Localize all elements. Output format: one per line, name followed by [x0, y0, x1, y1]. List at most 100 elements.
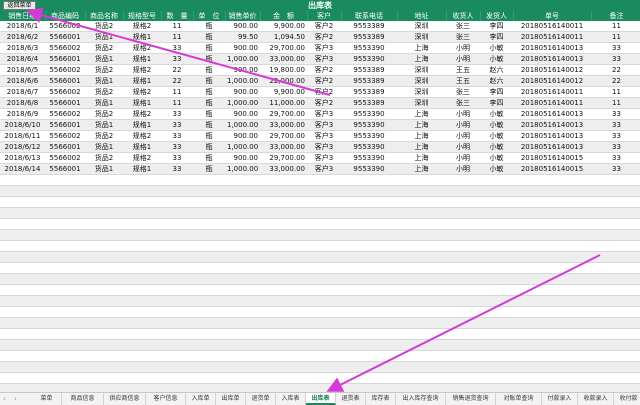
column-header[interactable]: 联系电话 — [341, 11, 398, 21]
table-cell[interactable] — [45, 196, 85, 208]
table-cell[interactable] — [307, 317, 341, 329]
table-cell[interactable]: 5566001 — [45, 141, 85, 153]
table-cell[interactable]: 规格2 — [123, 64, 161, 76]
column-header[interactable]: 商品名称 — [85, 11, 124, 21]
table-cell[interactable] — [260, 339, 307, 351]
table-cell[interactable] — [85, 306, 123, 318]
table-cell[interactable] — [85, 339, 123, 351]
table-cell[interactable] — [513, 284, 591, 296]
table-cell[interactable] — [45, 339, 85, 351]
table-cell[interactable] — [45, 372, 85, 384]
table-cell[interactable] — [0, 218, 45, 230]
table-cell[interactable] — [397, 295, 446, 307]
table-cell[interactable] — [193, 350, 225, 362]
table-cell[interactable] — [446, 174, 480, 186]
column-header[interactable]: 地址 — [397, 11, 447, 21]
table-cell[interactable]: 深圳 — [397, 75, 446, 87]
table-cell[interactable]: 瓶 — [193, 130, 225, 142]
table-cell[interactable]: 900.00 — [225, 42, 260, 54]
table-cell[interactable] — [480, 262, 513, 274]
table-cell[interactable] — [513, 262, 591, 274]
table-cell[interactable] — [161, 229, 193, 241]
table-cell[interactable]: 规格2 — [123, 42, 161, 54]
table-cell[interactable]: 33,000.00 — [260, 163, 307, 175]
table-row[interactable]: 2018/6/4 5566001 货品1 规格1 33 瓶 1,000.00 33,000.0… — [0, 53, 640, 65]
table-cell[interactable] — [513, 372, 591, 384]
table-cell[interactable]: 深圳 — [397, 31, 446, 43]
table-cell[interactable]: 5566002 — [45, 21, 85, 32]
table-cell[interactable] — [0, 350, 45, 362]
table-cell[interactable] — [260, 262, 307, 274]
table-cell[interactable] — [0, 295, 45, 307]
table-cell[interactable] — [0, 339, 45, 351]
table-cell[interactable] — [161, 339, 193, 351]
table-cell[interactable] — [0, 196, 45, 208]
empty-row[interactable] — [0, 174, 640, 186]
table-cell[interactable]: 客户3 — [307, 53, 341, 65]
table-cell[interactable] — [307, 295, 341, 307]
table-cell[interactable] — [193, 185, 225, 197]
table-cell[interactable] — [123, 361, 161, 373]
table-cell[interactable] — [591, 174, 640, 186]
table-cell[interactable]: 33 — [161, 130, 193, 142]
table-cell[interactable]: 9553390 — [341, 141, 397, 153]
table-cell[interactable]: 货品1 — [85, 97, 123, 109]
table-cell[interactable] — [85, 174, 123, 186]
table-cell[interactable] — [480, 218, 513, 230]
table-cell[interactable] — [397, 306, 446, 318]
table-cell[interactable] — [193, 196, 225, 208]
table-cell[interactable] — [45, 207, 85, 219]
table-cell[interactable] — [480, 372, 513, 384]
table-cell[interactable] — [225, 273, 260, 285]
table-cell[interactable]: 深圳 — [397, 86, 446, 98]
table-cell[interactable] — [260, 383, 307, 392]
table-cell[interactable] — [0, 372, 45, 384]
table-cell[interactable]: 李四 — [480, 86, 513, 98]
column-header[interactable]: 单号 — [513, 11, 592, 21]
table-cell[interactable]: 33,000.00 — [260, 141, 307, 153]
table-cell[interactable]: 33 — [591, 53, 640, 65]
sheet-tab[interactable]: 退货表 — [336, 393, 366, 405]
table-cell[interactable]: 货品1 — [85, 53, 123, 65]
table-cell[interactable] — [123, 383, 161, 392]
table-cell[interactable]: 2018/6/12 — [0, 141, 45, 153]
table-cell[interactable] — [225, 339, 260, 351]
table-cell[interactable] — [513, 185, 591, 197]
table-cell[interactable] — [193, 339, 225, 351]
table-cell[interactable]: 1,000.00 — [225, 141, 260, 153]
table-cell[interactable]: 900.00 — [225, 152, 260, 164]
table-cell[interactable] — [123, 339, 161, 351]
table-cell[interactable]: 11 — [161, 21, 193, 32]
table-cell[interactable] — [225, 328, 260, 340]
table-cell[interactable]: 深圳 — [397, 21, 446, 32]
table-cell[interactable]: 小明 — [446, 141, 480, 153]
empty-row[interactable] — [0, 273, 640, 285]
table-cell[interactable] — [161, 361, 193, 373]
table-cell[interactable] — [225, 196, 260, 208]
table-cell[interactable] — [45, 218, 85, 230]
table-cell[interactable] — [397, 350, 446, 362]
table-cell[interactable]: 货品2 — [85, 108, 123, 120]
table-cell[interactable] — [225, 306, 260, 318]
table-cell[interactable]: 深圳 — [397, 64, 446, 76]
table-cell[interactable]: 小敏 — [480, 53, 513, 65]
empty-row[interactable] — [0, 317, 640, 329]
table-cell[interactable] — [446, 284, 480, 296]
table-cell[interactable] — [591, 295, 640, 307]
table-cell[interactable] — [307, 372, 341, 384]
table-cell[interactable] — [0, 251, 45, 263]
table-cell[interactable]: 客户2 — [307, 21, 341, 32]
table-cell[interactable]: 900.00 — [225, 64, 260, 76]
table-cell[interactable] — [480, 350, 513, 362]
table-cell[interactable]: 张三 — [446, 21, 480, 32]
table-cell[interactable]: 2018/6/2 — [0, 31, 45, 43]
table-cell[interactable]: 客户3 — [307, 42, 341, 54]
table-cell[interactable]: 11,000.00 — [260, 97, 307, 109]
table-cell[interactable]: 11 — [591, 31, 640, 43]
table-cell[interactable]: 33 — [591, 130, 640, 142]
table-cell[interactable] — [225, 240, 260, 252]
table-cell[interactable]: 20180516140012 — [513, 75, 591, 87]
table-cell[interactable]: 小敏 — [480, 108, 513, 120]
table-cell[interactable]: 5566002 — [45, 86, 85, 98]
table-cell[interactable]: 张三 — [446, 31, 480, 43]
